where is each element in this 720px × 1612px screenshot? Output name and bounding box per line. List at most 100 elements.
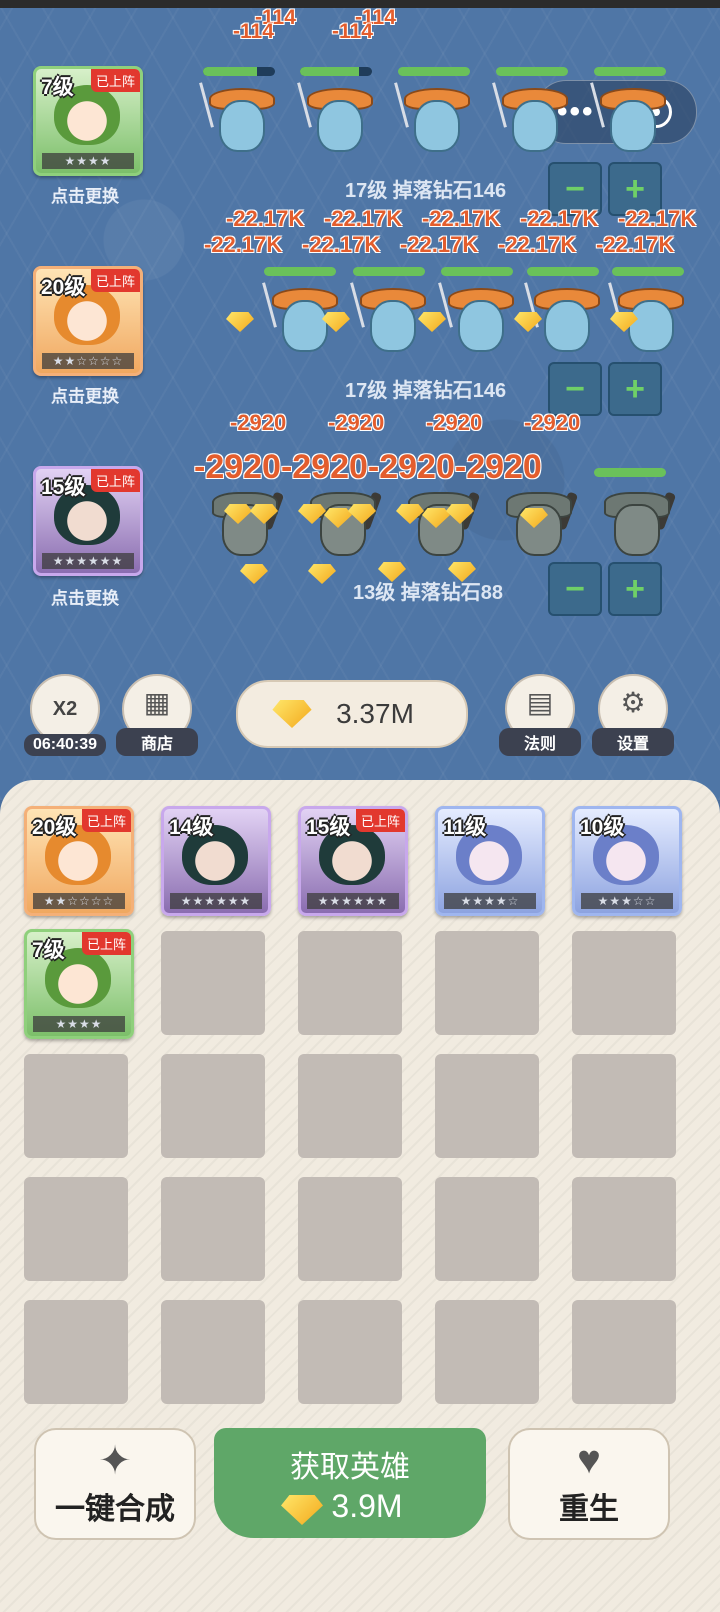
fish-monster bbox=[199, 82, 275, 152]
hero-stars: ★★★★★★ bbox=[170, 893, 262, 909]
change-hero-link[interactable]: 点击更换 bbox=[30, 182, 140, 207]
empty-slot[interactable] bbox=[24, 1177, 128, 1281]
lane-hero-card[interactable]: 15级 已上阵 ★★★★★★ bbox=[33, 466, 143, 576]
deployed-badge: 已上阵 bbox=[90, 469, 140, 492]
fish-monster bbox=[492, 82, 568, 152]
fish-monster bbox=[394, 82, 470, 152]
monster-hp-bar bbox=[496, 67, 568, 76]
monster-hp-bar bbox=[594, 468, 666, 477]
monster-hp-bar bbox=[264, 267, 336, 276]
rules-label: 法则 bbox=[499, 728, 581, 756]
monster-hp-bar bbox=[353, 267, 425, 276]
empty-slot[interactable] bbox=[298, 1300, 402, 1404]
damage-number-large: -2920-2920-2920-2920 bbox=[194, 448, 542, 486]
hero-stars: ★★☆☆☆☆ bbox=[42, 353, 134, 369]
empty-slot[interactable] bbox=[572, 1300, 676, 1404]
deployed-badge: 已上阵 bbox=[81, 932, 131, 955]
shop-icon: ▦ bbox=[143, 687, 171, 718]
damage-number: -22.17K bbox=[324, 206, 403, 231]
fish-monster bbox=[350, 282, 426, 352]
lane-drop-info: 17级 掉落钻石146 bbox=[345, 180, 507, 202]
empty-slot[interactable] bbox=[161, 931, 265, 1035]
money-bag-icon: X2 bbox=[52, 698, 78, 720]
fish-monster bbox=[590, 82, 666, 152]
lane-hero-card[interactable]: 7级 已上阵 ★★★★ bbox=[33, 66, 143, 176]
empty-slot[interactable] bbox=[24, 1054, 128, 1158]
monster-hp-bar bbox=[300, 67, 372, 76]
empty-slot[interactable] bbox=[435, 1054, 539, 1158]
empty-slot[interactable] bbox=[298, 1177, 402, 1281]
empty-slot[interactable] bbox=[298, 1054, 402, 1158]
gear-icon: ⚙ bbox=[620, 687, 646, 718]
get-hero-button[interactable]: 获取英雄 3.9M bbox=[214, 1428, 486, 1538]
monster-hp-bar bbox=[441, 267, 513, 276]
croc-monster bbox=[600, 486, 677, 556]
rebirth-button[interactable]: ♥ 重生 bbox=[508, 1428, 670, 1540]
empty-slot[interactable] bbox=[435, 1177, 539, 1281]
auto-merge-label: 一键合成 bbox=[55, 1493, 175, 1526]
damage-number: -22.17K bbox=[400, 232, 479, 257]
hero-level: 14级 bbox=[169, 816, 214, 839]
lane-drop-info: 13级 掉落钻石88 bbox=[353, 582, 504, 604]
croc-monster bbox=[208, 486, 285, 556]
hero-stars: ★★★★☆ bbox=[444, 893, 536, 909]
settings-button[interactable]: ⚙ 设置 bbox=[592, 674, 674, 756]
auto-merge-button[interactable]: ✦ 一键合成 bbox=[34, 1428, 196, 1540]
shop-button[interactable]: ▦ 商店 bbox=[116, 674, 198, 756]
inventory-hero-card[interactable]: 11级 ★★★★☆ bbox=[435, 806, 545, 916]
get-hero-cost: 3.9M bbox=[331, 1488, 403, 1524]
damage-number: -114 bbox=[332, 20, 373, 43]
lane-hero-card[interactable]: 20级 已上阵 ★★☆☆☆☆ bbox=[33, 266, 143, 376]
shop-label: 商店 bbox=[116, 728, 198, 756]
hero-stars: ★★★★★★ bbox=[42, 553, 134, 569]
empty-slot[interactable] bbox=[572, 1054, 676, 1158]
empty-slot[interactable] bbox=[161, 1054, 265, 1158]
level-minus-button[interactable]: − bbox=[548, 362, 602, 416]
empty-slot[interactable] bbox=[161, 1300, 265, 1404]
gem-amount: 3.37M bbox=[336, 698, 414, 729]
damage-number: -22.17K bbox=[596, 232, 675, 257]
hero-level: 10级 bbox=[580, 816, 625, 839]
monster-hp-bar bbox=[203, 67, 275, 76]
empty-slot[interactable] bbox=[161, 1177, 265, 1281]
hero-stars: ★★★★★★ bbox=[307, 893, 399, 909]
hero-level: 20级 bbox=[32, 816, 77, 839]
empty-slot[interactable] bbox=[24, 1300, 128, 1404]
hero-level: 15级 bbox=[306, 816, 351, 839]
hero-stars: ★★☆☆☆☆ bbox=[33, 893, 125, 909]
damage-number: -22.17K bbox=[226, 206, 305, 231]
level-plus-button[interactable]: + bbox=[608, 562, 662, 616]
deployed-badge: 已上阵 bbox=[90, 69, 140, 92]
monster-hp-bar bbox=[527, 267, 599, 276]
monster-hp-bar bbox=[594, 67, 666, 76]
empty-slot[interactable] bbox=[572, 931, 676, 1035]
damage-number: -2920 bbox=[230, 410, 287, 435]
inventory-hero-card[interactable]: 15级 已上阵 ★★★★★★ bbox=[298, 806, 408, 916]
book-icon: ▤ bbox=[526, 687, 554, 718]
inventory-hero-card[interactable]: 20级 已上阵 ★★☆☆☆☆ bbox=[24, 806, 134, 916]
double-reward-button[interactable]: X2 06:40:39 bbox=[24, 674, 106, 756]
lane-drop-info: 17级 掉落钻石146 bbox=[345, 380, 507, 402]
rules-button[interactable]: ▤ 法则 bbox=[499, 674, 581, 756]
damage-number: -22.17K bbox=[618, 206, 697, 231]
inventory-hero-card[interactable]: 7级 已上阵 ★★★★ bbox=[24, 929, 134, 1039]
inventory-hero-card[interactable]: 10级 ★★★☆☆ bbox=[572, 806, 682, 916]
empty-slot[interactable] bbox=[435, 1300, 539, 1404]
get-hero-label: 获取英雄 bbox=[290, 1451, 410, 1484]
inventory-hero-card[interactable]: 14级 ★★★★★★ bbox=[161, 806, 271, 916]
monster-hp-bar bbox=[398, 67, 470, 76]
empty-slot[interactable] bbox=[298, 931, 402, 1035]
deployed-badge: 已上阵 bbox=[81, 809, 131, 832]
change-hero-link[interactable]: 点击更换 bbox=[30, 584, 140, 609]
damage-number: -22.17K bbox=[520, 206, 599, 231]
fish-monster bbox=[297, 82, 373, 152]
change-hero-link[interactable]: 点击更换 bbox=[30, 382, 140, 407]
fish-monster bbox=[524, 282, 600, 352]
level-plus-button[interactable]: + bbox=[608, 362, 662, 416]
hero-level: 7级 bbox=[32, 939, 65, 962]
empty-slot[interactable] bbox=[435, 931, 539, 1035]
empty-slot[interactable] bbox=[572, 1177, 676, 1281]
damage-number: -22.17K bbox=[422, 206, 501, 231]
level-minus-button[interactable]: − bbox=[548, 562, 602, 616]
hero-level: 7级 bbox=[41, 76, 74, 99]
